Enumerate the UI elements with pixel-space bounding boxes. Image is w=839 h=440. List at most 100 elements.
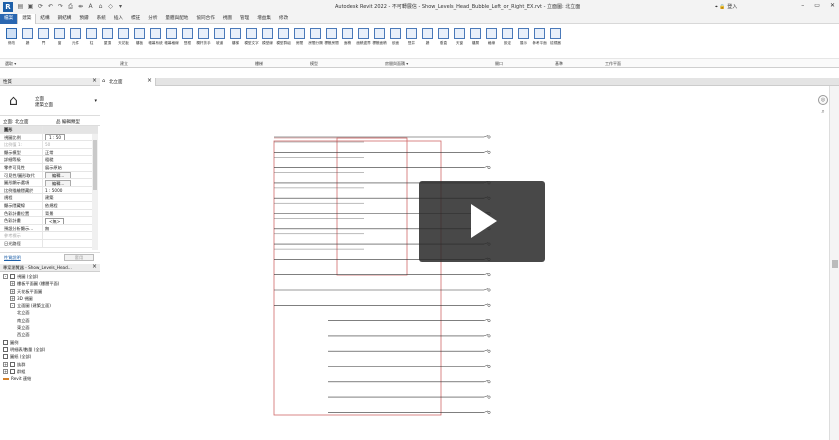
chevron-down-icon[interactable]: ▾ [94,98,97,104]
property-value[interactable]: 依規程 [43,202,98,209]
properties-scrollbar[interactable] [92,134,98,250]
ribbon-tab[interactable]: 系統 [93,14,110,24]
ribbon-tab[interactable]: 分析 [144,14,161,24]
section-icon[interactable]: ◇ [107,3,114,11]
property-value[interactable]: 正常 [43,149,98,156]
ribbon-tab[interactable]: 檔案 [0,13,18,24]
wall-opening-tool[interactable]: 牆 [420,26,435,56]
railing-tool[interactable]: 欄杆扶手 [196,26,211,56]
room-tool[interactable]: 房間 [292,26,307,56]
tree-item[interactable]: 東立面 [0,324,100,331]
property-value[interactable]: 1 : 5000 [43,187,98,194]
measure-icon[interactable]: ⇹ [77,3,84,11]
property-value[interactable]: 1 : 50 [43,134,98,141]
tree-item[interactable]: 南立面 [0,317,100,324]
undo-icon[interactable]: ↶ [47,3,54,11]
viewer-tool[interactable]: 檢視器 [548,26,563,56]
ribbon-tab[interactable]: 管理 [236,14,253,24]
ribbon-tab[interactable]: 視圖 [219,14,236,24]
minimize-icon[interactable]: – [801,2,804,9]
tree-item[interactable]: +3D 視圖 [0,295,100,302]
door-tool[interactable]: 門 [36,26,51,56]
zoom-icon[interactable]: ⌕ [819,108,827,116]
area-tool[interactable]: 面積 [340,26,355,56]
ref-plane-tool[interactable]: 參考平面 [532,26,547,56]
by-face-tool[interactable]: 依面 [388,26,403,56]
property-value[interactable]: 編輯... [43,172,98,179]
property-value[interactable]: <無> [43,217,98,224]
value-field[interactable]: 1 : 50 [45,134,66,141]
property-value[interactable]: 粗糙 [43,156,98,163]
tag-room-tool[interactable]: 標籤房間 [324,26,339,56]
video-play-overlay[interactable] [419,181,545,262]
tree-item[interactable]: 圖例 [0,339,100,346]
sign-in[interactable]: ⌖ 🔒 登入 [715,3,737,10]
ribbon-tab[interactable]: 量體與配地 [161,14,192,24]
switch-icon[interactable]: ▾ [117,3,124,11]
ribbon-tab[interactable]: 協同合作 [192,14,218,24]
ribbon-tab[interactable]: 預鑄 [75,14,92,24]
tree-item[interactable]: + 天花板平面圖 [0,288,100,295]
ribbon-tab[interactable]: 修改 [275,14,292,24]
type-selector[interactable]: ⌂ 立面 建築立面 ▾ [0,86,100,116]
roof-tool[interactable]: 屋頂 [100,26,115,56]
expand-icon[interactable]: + [3,361,8,367]
vertical-tool[interactable]: 垂直 [436,26,451,56]
ribbon-tab[interactable]: 插入 [110,14,127,24]
property-value[interactable]: 無 [43,225,98,232]
select-tool[interactable]: 修改 [4,26,19,56]
level-tool[interactable]: 樓層 [468,26,483,56]
expand-icon[interactable]: + [3,369,8,374]
ramp-tool[interactable]: 坡道 [212,26,227,56]
tree-item[interactable]: - 立面圖 (建築立面) [0,302,100,309]
close-icon[interactable]: × [92,263,97,270]
property-value[interactable] [43,232,98,239]
tree-item[interactable]: + 群組 [0,368,100,375]
3d-icon[interactable]: ⌂ [97,3,104,11]
room-separator-tool[interactable]: 房間分隔 [308,26,323,56]
ribbon-tab[interactable]: 建築 [17,13,37,24]
ribbon-tab[interactable]: 標註 [127,14,144,24]
edit-button[interactable]: 編輯... [45,172,72,179]
curtain-grid-tool[interactable]: 帷幕格線 [164,26,179,56]
canvas-scrollbar[interactable] [829,86,839,440]
grid-tool[interactable]: 格線 [484,26,499,56]
drawing-canvas[interactable] [100,86,829,440]
value-field[interactable]: <無> [45,217,65,224]
column-tool[interactable]: 柱 [84,26,99,56]
close-icon[interactable]: ✕ [830,2,835,9]
model-text-tool[interactable]: 模型文字 [244,26,259,56]
tree-item[interactable]: 圖紙 (全部) [0,353,100,360]
tree-item[interactable]: 北立面 [0,309,100,316]
edit-type-button[interactable]: 品 編輯類型 [56,119,80,125]
tree-item[interactable]: - 視圖 (全部) [0,273,100,280]
ceiling-tool[interactable]: 天花板 [116,26,131,56]
edit-button[interactable]: 編輯... [45,179,72,186]
property-value[interactable]: 背景 [43,210,98,217]
property-value[interactable]: 建築 [43,194,98,201]
tree-item[interactable]: + 樓板平面圖 (樓層平面) [0,280,100,287]
collapse-icon[interactable]: - [10,303,15,309]
component-tool[interactable]: 元件 [68,26,83,56]
save-icon[interactable]: ▣ [27,3,34,11]
tree-item[interactable]: 西立面 [0,331,100,338]
model-line-tool[interactable]: 模型線 [260,26,275,56]
print-icon[interactable]: ⎙ [67,3,74,11]
close-icon[interactable]: × [147,77,152,84]
tree-item[interactable]: + 族群 [0,361,100,368]
collapse-icon[interactable]: - [3,274,8,280]
tree-item[interactable]: 明細表/數量 (全部) [0,346,100,353]
scroll-thumb[interactable] [832,260,838,268]
text-icon[interactable]: A [87,3,94,11]
property-value[interactable] [43,240,98,247]
expand-icon[interactable]: + [10,296,15,302]
area-boundary-tool[interactable]: 面積邊界 [356,26,371,56]
expand-icon[interactable]: + [10,281,15,287]
sync-icon[interactable]: ⟳ [37,3,44,11]
scroll-thumb[interactable] [93,140,97,190]
maximize-icon[interactable]: ▭ [814,2,820,9]
shaft-tool[interactable]: 豎井 [404,26,419,56]
ribbon-tab[interactable]: 鋼結構 [54,14,76,24]
instance-selector[interactable]: 立面: 北立面 [3,119,28,125]
ribbon-tab[interactable]: 增益集 [253,14,275,24]
